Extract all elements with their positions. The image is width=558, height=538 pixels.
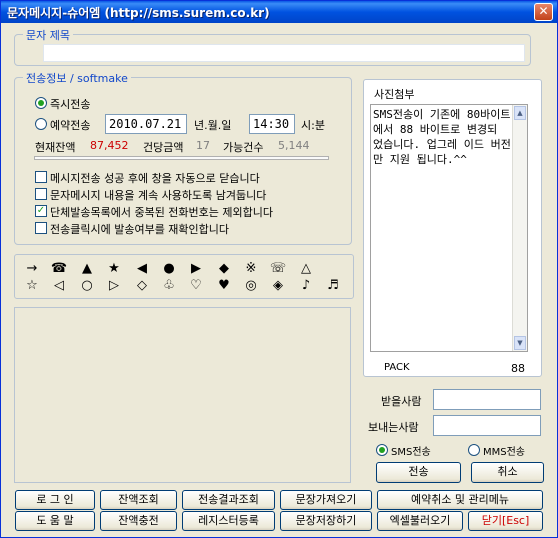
symbol-diamond-black[interactable]: ◆	[213, 261, 235, 277]
symbol-triangle-left[interactable]: ◀	[131, 261, 153, 277]
recharge-button[interactable]: 잔액충전	[100, 511, 177, 531]
option-checkbox-3[interactable]	[35, 222, 47, 234]
load-sentence-button[interactable]: 문장가져오기	[280, 490, 372, 510]
sender-input[interactable]	[433, 415, 541, 436]
symbol-circle-black[interactable]: ●	[158, 261, 180, 277]
send-info-group: 전송정보 / softmake 즉시전송 예약전송 2010.07.21 년.월…	[14, 70, 352, 245]
balance-value: 87,452	[90, 139, 129, 152]
symbol-triangle-up[interactable]: ▲	[76, 261, 98, 277]
mms-mode-radio[interactable]	[468, 444, 480, 456]
sms-mode-radio[interactable]	[376, 444, 388, 456]
symbol-note[interactable]: ♪	[295, 278, 317, 294]
symbol-notes[interactable]: ♬	[322, 278, 344, 294]
close-button[interactable]: 닫기[Esc]	[468, 511, 543, 531]
excel-import-button[interactable]: 엑셀불러오기	[377, 511, 463, 531]
recipient-label: 받을사람	[381, 395, 422, 408]
symbol-arrow-right[interactable]: →	[21, 261, 43, 277]
symbol-circle-white[interactable]: ○	[76, 278, 98, 294]
symbol-heart-black[interactable]: ♥	[213, 278, 235, 294]
sms-window: 문자메시지-슈어엠 (http://sms.surem.co.kr) ✕ 문자 …	[0, 0, 558, 538]
mms-mode-label: MMS전송	[483, 447, 526, 458]
symbol-heart-white[interactable]: ♡	[185, 278, 207, 294]
available-count-value: 5,144	[278, 139, 310, 152]
sender-label: 보내는사람	[368, 421, 419, 434]
symbol-phone-black[interactable]: ☎	[48, 261, 70, 277]
scroll-up-icon[interactable]: ▲	[514, 106, 526, 120]
time-unit-label: 시:분	[301, 119, 325, 132]
photo-panel: 사진첨부 SMS전송이 기존에 80바이트에서 88 바이트로 변경되 었습니다…	[363, 79, 542, 377]
recipient-input[interactable]	[433, 389, 541, 410]
symbol-club-white[interactable]: ♧	[158, 278, 180, 294]
window-title: 문자메시지-슈어엠 (http://sms.surem.co.kr)	[7, 6, 270, 20]
photo-message-text: SMS전송이 기존에 80바이트에서 88 바이트로 변경되 었습니다. 업그레…	[373, 108, 511, 166]
photo-message-box[interactable]: SMS전송이 기존에 80바이트에서 88 바이트로 변경되 었습니다. 업그레…	[370, 104, 528, 352]
reserve-send-label: 예약전송	[50, 119, 91, 132]
symbol-triangle-up-white[interactable]: △	[295, 261, 317, 277]
symbol-star-black[interactable]: ★	[103, 261, 125, 277]
symbol-diamond-dot[interactable]: ◈	[267, 278, 289, 294]
register-button[interactable]: 레지스터등록	[182, 511, 275, 531]
option-label-0: 메시지전송 성공 후에 창을 자동으로 닫습니다	[50, 172, 260, 185]
option-label-3: 전송클릭시에 발송여부를 재확인합니다	[50, 223, 230, 236]
message-scrollbar[interactable]: ▲ ▼	[512, 105, 527, 351]
subject-input[interactable]	[43, 44, 525, 62]
sms-mode-label: SMS전송	[391, 447, 431, 458]
subject-group: 문자 제목	[14, 27, 531, 66]
send-result-button[interactable]: 전송결과조회	[182, 490, 275, 510]
immediate-send-radio[interactable]	[35, 97, 47, 109]
subject-legend: 문자 제목	[23, 27, 73, 43]
symbol-bullseye[interactable]: ◎	[240, 278, 262, 294]
reserve-date-input[interactable]: 2010.07.21	[105, 114, 187, 134]
symbol-triangle-right-white[interactable]: ▷	[103, 278, 125, 294]
available-count-label: 가능건수	[223, 141, 264, 154]
option-label-1: 문자메시지 내용을 계속 사용하도록 남겨둡니다	[50, 189, 267, 202]
option-checkbox-1[interactable]	[35, 188, 47, 200]
symbol-star-white[interactable]: ☆	[21, 278, 43, 294]
pack-value: 88	[511, 362, 525, 375]
unit-price-value: 17	[196, 139, 210, 152]
send-button[interactable]: 전송	[376, 462, 461, 483]
option-checkbox-0[interactable]	[35, 171, 47, 183]
scroll-down-icon[interactable]: ▼	[514, 336, 526, 350]
option-label-2: 단체발송목록에서 중복된 전화번호는 제외합니다	[50, 206, 274, 219]
symbol-panel: → ☎ ▲ ★ ◀ ● ▶ ◆ ※ ☏ △ ☆ ◁ ○ ▷ ◇ ♧ ♡ ♥ ◎ …	[14, 254, 354, 299]
immediate-send-label: 즉시전송	[50, 98, 91, 111]
close-icon[interactable]: ✕	[534, 3, 553, 21]
date-unit-label: 년.월.일	[194, 119, 232, 132]
cancel-button[interactable]: 취소	[471, 462, 544, 483]
balance-progress-bar	[34, 156, 329, 160]
symbol-reference-mark[interactable]: ※	[240, 261, 262, 277]
login-button[interactable]: 로 그 인	[15, 490, 95, 510]
pack-label: PACK	[384, 362, 410, 373]
symbol-triangle-right[interactable]: ▶	[185, 261, 207, 277]
reservation-menu-button[interactable]: 예약취소 및 관리메뉴	[377, 490, 543, 510]
title-bar[interactable]: 문자메시지-슈어엠 (http://sms.surem.co.kr) ✕	[1, 1, 557, 23]
reserve-send-radio[interactable]	[35, 118, 47, 130]
symbol-triangle-left-white[interactable]: ◁	[48, 278, 70, 294]
balance-label: 현재잔액	[35, 141, 76, 154]
balance-check-button[interactable]: 잔액조회	[100, 490, 177, 510]
option-checkbox-2[interactable]: ✓	[35, 205, 47, 217]
send-info-legend: 전송정보 / softmake	[23, 70, 131, 86]
symbol-diamond-white[interactable]: ◇	[131, 278, 153, 294]
symbol-phone-white[interactable]: ☏	[267, 261, 289, 277]
help-button[interactable]: 도 움 말	[15, 511, 95, 531]
save-sentence-button[interactable]: 문장저장하기	[280, 511, 372, 531]
photo-legend: 사진첨부	[374, 88, 415, 101]
message-textarea[interactable]	[14, 307, 351, 483]
unit-price-label: 건당금액	[143, 141, 184, 154]
reserve-time-input[interactable]: 14:30	[249, 114, 295, 134]
